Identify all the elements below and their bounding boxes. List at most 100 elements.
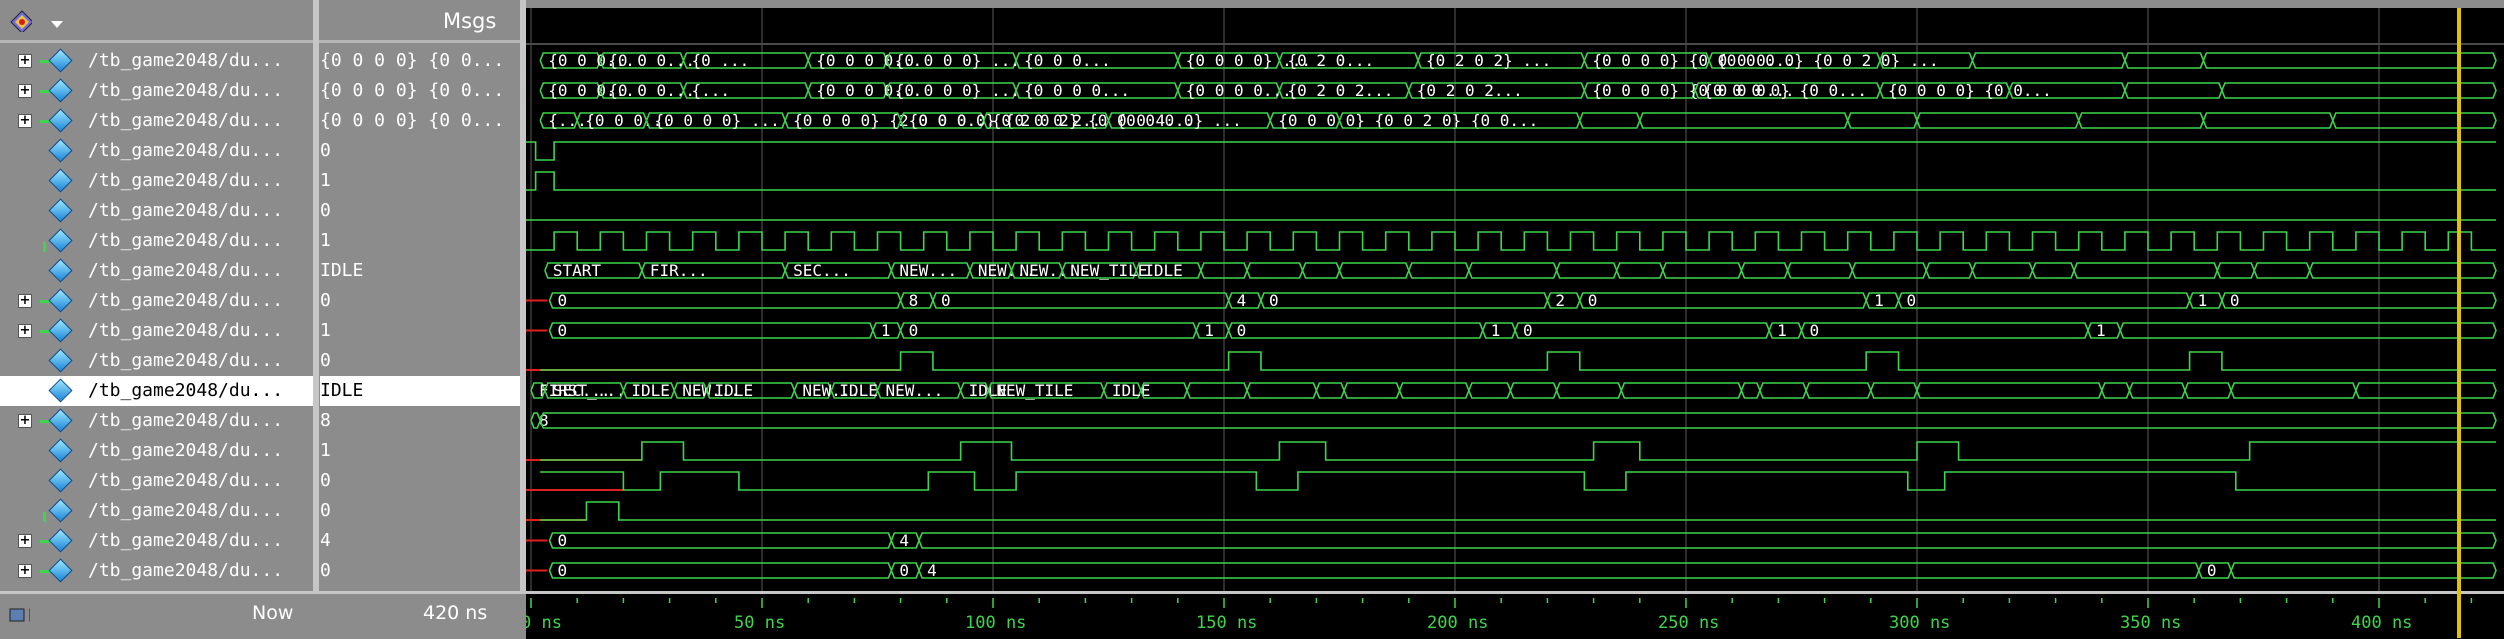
bus-segment — [1846, 112, 1918, 129]
signal-value: IDLE — [320, 260, 364, 281]
signal-row[interactable]: + /tb_game2048/du... — [0, 556, 313, 586]
signal-icon — [48, 378, 73, 403]
bus-segment — [1514, 322, 1771, 339]
timeline[interactable]: 0 ns 50 ns 100 ns 150 ns 200 ns 250 ns 300 ns 3… — [526, 591, 2504, 639]
signal-value: {0 0 0 0} {0 0... — [320, 50, 505, 71]
signal-value: 0 — [320, 200, 331, 221]
bus-value: 2 — [1555, 291, 1565, 310]
bus-segment — [2124, 52, 2205, 69]
expand-icon[interactable]: + — [18, 294, 32, 308]
signal-row[interactable]: + /tb_game2048/du... — [0, 406, 313, 436]
waveform-area[interactable]: {0 0 0... {0 0 0... {0 ... {0 0 0 0... {0 0 … — [526, 0, 2504, 591]
bus-segment — [1578, 112, 1641, 129]
panel-divider[interactable] — [313, 0, 319, 639]
signal-row[interactable]: /tb_game2048/du... — [0, 466, 313, 496]
signal-row[interactable]: /tb_game2048/du... — [0, 376, 313, 406]
bus-icon — [48, 528, 73, 553]
bus-value: 0 — [2207, 561, 2217, 580]
bus-segment — [1343, 382, 1401, 399]
bus-segment — [2221, 82, 2497, 99]
signal-row[interactable]: /tb_game2048/du... — [0, 166, 313, 196]
signal-row[interactable]: + /tb_game2048/du... — [0, 106, 313, 136]
bus-segment — [2221, 292, 2497, 309]
bus-segment — [2119, 322, 2497, 339]
signal-row[interactable]: /tb_game2048/du... — [0, 436, 313, 466]
bus-segment — [539, 412, 2497, 429]
bus-value: 0 — [557, 561, 567, 580]
signal-icon — [48, 468, 73, 493]
signal-row[interactable]: /tb_game2048/du... — [0, 346, 313, 376]
bus-segment — [1186, 382, 1248, 399]
bus-segment — [2184, 382, 2233, 399]
signal-name: /tb_game2048/du... — [88, 320, 284, 341]
signal-icon — [48, 498, 73, 523]
signal-name: /tb_game2048/du... — [88, 350, 284, 371]
expand-icon[interactable]: + — [18, 414, 32, 428]
footer-toolbar-icons[interactable] — [8, 606, 30, 628]
chevron-down-icon[interactable] — [50, 20, 72, 42]
signal-name: /tb_game2048/du... — [88, 410, 284, 431]
bus-value: IDLE — [1144, 261, 1183, 280]
wave-toolbar-icon[interactable] — [10, 10, 32, 32]
bus-segment — [1246, 382, 1318, 399]
signal-row[interactable]: + /tb_game2048/du... — [0, 526, 313, 556]
signal-row[interactable]: + /tb_game2048/du... — [0, 286, 313, 316]
signal-icon — [48, 438, 73, 463]
timeline-label: 400 ns — [2351, 613, 2412, 633]
bus-segment — [548, 562, 893, 579]
bus-value: IDLE — [715, 381, 754, 400]
bus-segment — [2101, 382, 2131, 399]
timeline-label: 50 ns — [734, 613, 785, 633]
bus-segment — [1870, 382, 1918, 399]
timeline-label: 200 ns — [1427, 613, 1488, 633]
signal-row[interactable]: /tb_game2048/du... — [0, 496, 313, 526]
bus-segment — [2216, 262, 2256, 279]
bus-value: 0 — [909, 321, 919, 340]
signal-row[interactable]: + /tb_game2048/du... — [0, 46, 313, 76]
bus-segment — [1315, 382, 1345, 399]
bus-value: FIR... — [650, 261, 708, 280]
signal-value: 0 — [320, 500, 331, 521]
signal-row[interactable]: /tb_game2048/du... — [0, 136, 313, 166]
bus-segment — [899, 322, 1198, 339]
bus-value: 0 — [557, 321, 567, 340]
signal-name: /tb_game2048/du... — [88, 560, 284, 581]
msgs-label: Msgs — [443, 9, 497, 33]
signal-value: 1 — [320, 440, 331, 461]
now-value: 420 ns — [423, 602, 488, 624]
signal-row[interactable]: + /tb_game2048/du... — [0, 76, 313, 106]
signal-row[interactable]: /tb_game2048/du... — [0, 226, 313, 256]
expand-icon[interactable]: + — [18, 324, 32, 338]
cursor-line[interactable] — [2457, 8, 2461, 638]
bus-value: 1 — [881, 321, 891, 340]
bus-segment — [1555, 262, 1618, 279]
expand-icon[interactable]: + — [18, 564, 32, 578]
bus-segment — [1301, 262, 1341, 279]
names-header — [0, 0, 313, 43]
expand-icon[interactable]: + — [18, 534, 32, 548]
timeline-ruler[interactable]: 0 ns 50 ns 100 ns 150 ns 200 ns 250 ns 300 ns 3… — [526, 594, 2504, 639]
bus-value: {0 0 0 0} {0 0 2 0} {0 0... — [1278, 111, 1538, 130]
bus-segment — [1260, 292, 1549, 309]
bit-wave — [540, 471, 2496, 491]
bus-segment — [1509, 382, 1558, 399]
bus-segment — [1639, 112, 1849, 129]
signal-name: /tb_game2048/du... — [88, 140, 284, 161]
signal-name: /tb_game2048/du... — [88, 290, 284, 311]
expand-icon[interactable]: + — [18, 84, 32, 98]
signal-row[interactable]: + /tb_game2048/du... — [0, 316, 313, 346]
bus-value: SEC... — [553, 381, 611, 400]
signal-row[interactable]: /tb_game2048/du... — [0, 256, 313, 286]
signal-marker-icon — [43, 512, 46, 522]
bus-segment — [1916, 382, 2103, 399]
bus-value: {0 0 0... — [608, 51, 695, 70]
signal-value: 0 — [320, 140, 331, 161]
now-label: Now — [252, 602, 294, 624]
expand-icon[interactable]: + — [18, 54, 32, 68]
expand-icon[interactable]: + — [18, 114, 32, 128]
signal-row[interactable]: /tb_game2048/du... — [0, 196, 313, 226]
waveform-canvas[interactable]: {0 0 0...{0 0 0...{0 ... {0 0 0 0...{0 0 … — [526, 0, 2504, 591]
signal-name: /tb_game2048/du... — [88, 440, 284, 461]
signal-marker-icon — [43, 242, 46, 252]
signal-name: /tb_game2048/du... — [88, 200, 284, 221]
